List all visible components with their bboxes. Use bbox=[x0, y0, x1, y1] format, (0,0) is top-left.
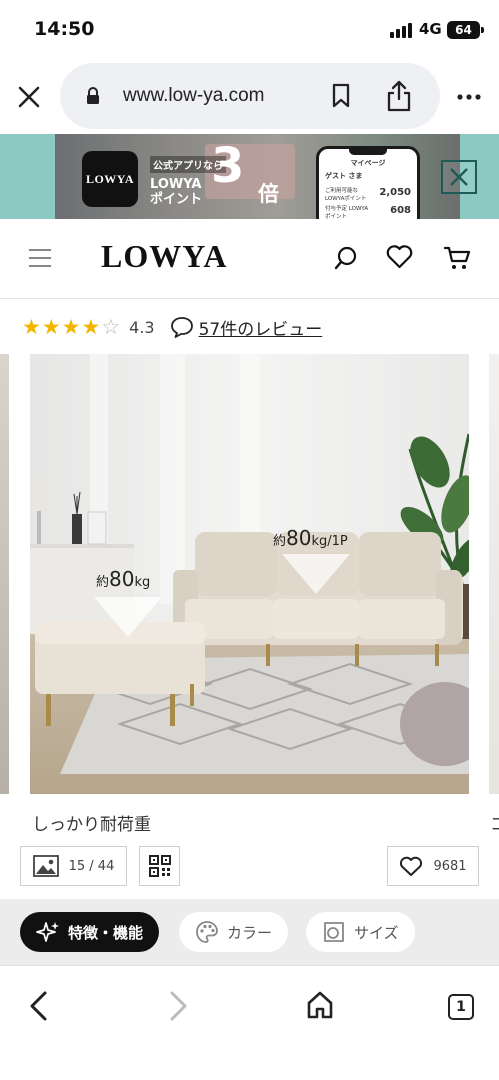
forward-arrow-icon[interactable] bbox=[168, 990, 190, 1022]
rating-row: ★★★★☆ 4.3 57件のレビュー bbox=[22, 313, 322, 341]
palette-icon bbox=[196, 921, 218, 943]
close-icon bbox=[450, 168, 468, 186]
favorites-heart-icon[interactable] bbox=[386, 245, 413, 269]
status-time: 14:50 bbox=[34, 18, 95, 40]
sofa-load-prefix: 約 bbox=[273, 534, 286, 549]
ottoman-load-unit: kg bbox=[134, 575, 150, 590]
phone-row1-value: 2,050 bbox=[379, 187, 411, 198]
next-image-caption-peek: コ bbox=[490, 815, 499, 835]
tab-color[interactable]: カラー bbox=[179, 912, 289, 952]
banner-multiplier: 3 bbox=[211, 138, 245, 194]
status-bar: 14:50 4G 64 bbox=[0, 0, 499, 60]
rating-stars: ★★★★☆ bbox=[22, 315, 122, 339]
url-text: www.low-ya.com bbox=[123, 85, 265, 106]
search-icon[interactable] bbox=[333, 245, 359, 271]
lock-icon bbox=[87, 87, 99, 104]
image-caption: しっかり耐荷重 bbox=[32, 815, 151, 835]
banner-points: ポイント bbox=[150, 192, 203, 207]
banner-phone-mockup: マイページ ゲスト さま ご利用可能な LOWYAポイント 2,050 付与予定… bbox=[316, 146, 420, 224]
product-gallery[interactable]: 約80kg 約80kg/1P bbox=[0, 354, 499, 794]
hamburger-menu-icon[interactable] bbox=[29, 249, 51, 267]
heart-icon bbox=[400, 856, 423, 876]
bookmark-icon[interactable] bbox=[330, 83, 352, 109]
speech-bubble-icon bbox=[170, 317, 193, 338]
reviews-link-label: 57件のレビュー bbox=[198, 319, 323, 340]
back-arrow-icon[interactable] bbox=[27, 990, 49, 1022]
sofa-load-value: 80 bbox=[286, 526, 311, 550]
ottoman-load-value: 80 bbox=[109, 567, 134, 591]
product-image[interactable]: 約80kg 約80kg/1P bbox=[30, 354, 469, 794]
favorites-count: 9681 bbox=[433, 858, 467, 874]
image-gallery-button[interactable]: 15 / 44 bbox=[20, 846, 127, 886]
app-promo-banner[interactable]: LOWYA 公式アプリなら LOWYA ポイント bbox=[0, 134, 499, 219]
banner-close-button[interactable] bbox=[441, 160, 477, 194]
cart-icon[interactable] bbox=[443, 245, 471, 271]
phone-user: ゲスト さま bbox=[325, 172, 363, 180]
lowya-app-logo: LOWYA bbox=[82, 151, 138, 207]
tab-features[interactable]: 特徴・機能 bbox=[20, 912, 160, 952]
browser-toolbar: www.low-ya.com bbox=[0, 60, 499, 134]
tab-size[interactable]: サイズ bbox=[306, 912, 415, 952]
share-icon[interactable] bbox=[386, 80, 412, 112]
favorite-button[interactable]: 9681 bbox=[387, 846, 479, 886]
home-icon[interactable] bbox=[306, 990, 334, 1020]
phone-row2-value: 608 bbox=[390, 205, 411, 216]
site-logo[interactable]: LOWYA bbox=[101, 238, 228, 275]
tab-size-label: サイズ bbox=[354, 923, 399, 942]
tab-features-label: 特徴・機能 bbox=[68, 923, 144, 942]
sofa-load-unit: kg/1P bbox=[311, 534, 347, 549]
network-type: 4G bbox=[419, 20, 442, 38]
image-counter-text: 15 / 44 bbox=[68, 858, 115, 874]
qr-code-icon bbox=[148, 855, 171, 877]
cellular-signal-icon bbox=[390, 22, 412, 38]
product-info-tabs: 特徴・機能 カラー サイズ bbox=[0, 899, 499, 965]
close-icon bbox=[18, 86, 40, 108]
phone-row1-label: ご利用可能な LOWYAポイント bbox=[325, 188, 367, 202]
sofa-photo: 約80kg 約80kg/1P bbox=[30, 354, 469, 794]
close-browser-button[interactable] bbox=[14, 82, 44, 112]
banner-multiplier-unit: 倍 bbox=[258, 182, 279, 206]
next-image-peek[interactable] bbox=[489, 354, 499, 794]
phone-header: マイページ bbox=[350, 159, 386, 167]
tab-color-label: カラー bbox=[227, 923, 273, 942]
ottoman-load-prefix: 約 bbox=[96, 575, 109, 590]
image-icon bbox=[32, 855, 59, 877]
rating-value: 4.3 bbox=[129, 317, 155, 337]
previous-image-peek[interactable] bbox=[0, 354, 9, 794]
size-icon bbox=[324, 922, 344, 942]
qr-code-button[interactable] bbox=[139, 846, 180, 886]
site-header: LOWYA bbox=[0, 219, 499, 299]
reviews-link[interactable]: 57件のレビュー bbox=[170, 315, 323, 340]
battery-icon: 64 bbox=[447, 21, 484, 39]
browser-bottom-toolbar: 1 bbox=[0, 965, 499, 1080]
sparkle-icon bbox=[36, 922, 59, 942]
address-bar[interactable]: www.low-ya.com bbox=[60, 63, 440, 129]
more-options-icon[interactable] bbox=[456, 85, 482, 109]
tab-switcher-button[interactable]: 1 bbox=[448, 994, 474, 1020]
